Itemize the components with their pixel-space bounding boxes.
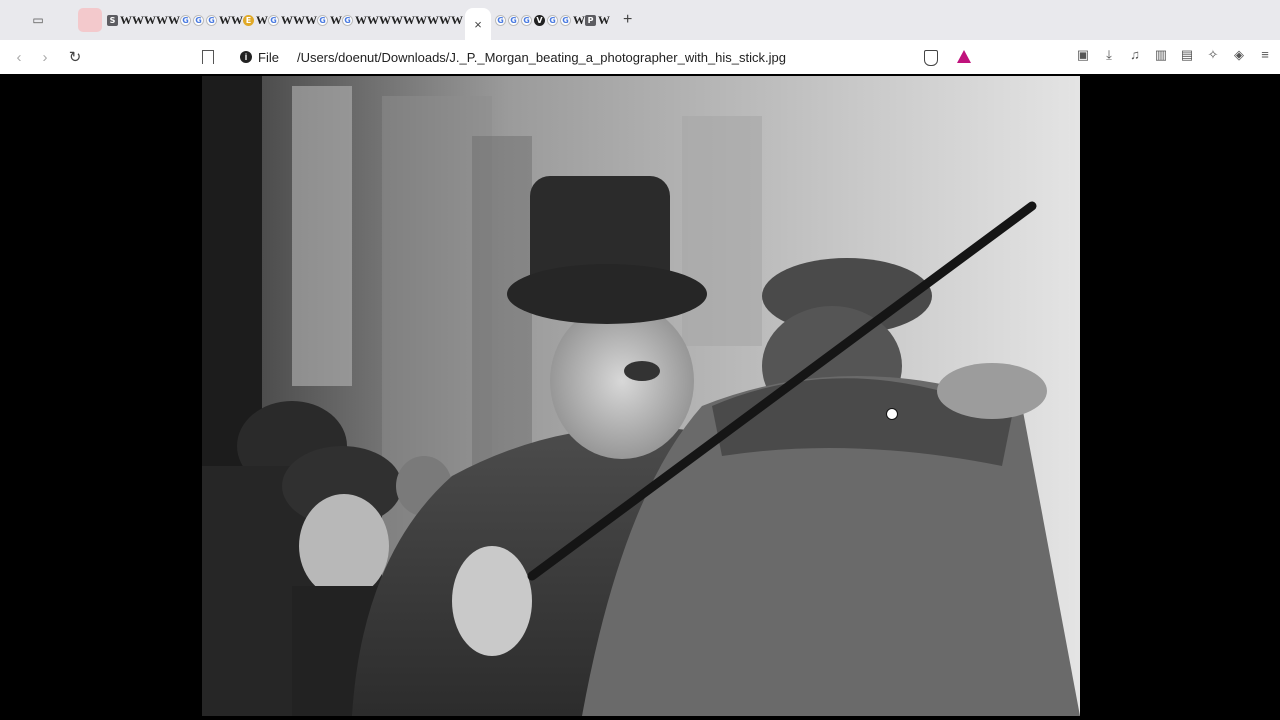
tab-favicon-icon[interactable]: W — [132, 14, 144, 26]
url-text[interactable]: /Users/doenut/Downloads/J._P._Morgan_bea… — [297, 50, 786, 65]
tab-favicon-icon[interactable]: W — [573, 14, 585, 26]
reload-icon[interactable]: ↻ — [62, 48, 88, 66]
forward-icon[interactable]: › — [32, 49, 58, 66]
tab-favicon-icon[interactable]: W — [305, 14, 317, 26]
url-scheme-label: File — [258, 49, 279, 65]
tab-favicon-icon[interactable]: G — [180, 14, 191, 26]
tab-favicon-icon[interactable]: W — [379, 14, 391, 26]
tab-favicon-icon[interactable]: G — [508, 14, 519, 26]
tab-favicon-icon[interactable]: G — [560, 14, 571, 26]
brave-shield-icon[interactable] — [924, 50, 938, 66]
tab-favicon-icon[interactable]: P — [585, 14, 596, 26]
tab-strip: ▭ S W W W W W G G G W W E W G W W W G W G W W W W W W W W W × G G G V G G W P… — [0, 0, 1280, 40]
close-tab-icon[interactable]: × — [474, 17, 482, 32]
tab-favicon-icon[interactable]: G — [193, 14, 204, 26]
tab-favicon-icon[interactable]: G — [547, 14, 558, 26]
tab-favicon-icon[interactable]: W — [120, 14, 132, 26]
tab-favicon-icon[interactable]: W — [330, 14, 342, 26]
tab-favicon-icon[interactable]: G — [495, 14, 506, 26]
new-tab-button[interactable]: + — [623, 11, 632, 29]
photograph[interactable] — [202, 76, 1080, 716]
image-viewer — [0, 74, 1280, 720]
tab-favicon-icon[interactable]: W — [293, 14, 305, 26]
active-tab[interactable]: × — [465, 8, 491, 40]
zoom-cursor-icon — [886, 408, 898, 420]
tab-favicon-icon[interactable]: W — [391, 14, 403, 26]
tab-favicon-icon[interactable]: W — [144, 14, 156, 26]
leo-ai-icon[interactable]: ✧ — [1206, 48, 1220, 62]
music-icon[interactable]: ♫ — [1128, 48, 1142, 62]
tab-favicon-icon[interactable]: G — [521, 14, 532, 26]
info-icon[interactable]: i — [240, 51, 252, 63]
tab-favicon-icon[interactable]: G — [268, 14, 279, 26]
tab-favicon-icon[interactable]: V — [534, 14, 545, 26]
tab-favicon-icon[interactable]: E — [243, 14, 254, 26]
tab-favicon-icon[interactable]: W — [451, 14, 463, 26]
tab-favicon-icon[interactable]: W — [415, 14, 427, 26]
tab-favicon-icon[interactable]: W — [281, 14, 293, 26]
bookmark-icon[interactable] — [202, 50, 214, 64]
tab-favicon-icon[interactable]: W — [367, 14, 379, 26]
tab-favicon-icon[interactable]: W — [231, 14, 243, 26]
tab-favicon-icon[interactable]: W — [355, 14, 367, 26]
reader-mode-icon[interactable]: ▣ — [1076, 48, 1090, 62]
tab-favicon-icon[interactable]: W — [168, 14, 180, 26]
vpn-icon[interactable]: ◈ — [1232, 48, 1246, 62]
tab-favicon-icon[interactable]: G — [342, 14, 353, 26]
photo-illustration — [202, 76, 1080, 716]
tab-list: S W W W W W G G G W W E W G W W W G W G W W W W W W W W W × G G G V G G W P W — [106, 0, 610, 40]
tab-favicon-icon[interactable]: G — [317, 14, 328, 26]
toolbar-actions: ▣ ⤓ ♫ ▥ ▤ ✧ ◈ ≡ — [1076, 48, 1272, 62]
back-icon[interactable]: ‹ — [6, 49, 32, 66]
download-icon[interactable]: ⤓ — [1102, 48, 1116, 62]
pinned-tab[interactable] — [78, 8, 102, 32]
tab-sidebar-toggle-icon[interactable]: ▭ — [24, 9, 52, 31]
address-bar[interactable]: i File /Users/doenut/Downloads/J._P._Mor… — [194, 44, 980, 70]
tab-favicon-icon[interactable]: W — [439, 14, 451, 26]
sidebar-icon[interactable]: ▥ — [1154, 48, 1168, 62]
menu-icon[interactable]: ≡ — [1258, 48, 1272, 62]
tab-favicon-icon[interactable]: W — [403, 14, 415, 26]
tab-favicon-icon[interactable]: G — [206, 14, 217, 26]
tab-favicon-icon[interactable]: W — [427, 14, 439, 26]
brave-rewards-icon[interactable] — [957, 50, 971, 63]
tab-favicon-icon[interactable]: W — [219, 14, 231, 26]
tab-favicon-icon[interactable]: S — [107, 14, 118, 26]
wallet-icon[interactable]: ▤ — [1180, 48, 1194, 62]
navigation-toolbar: ‹ › ↻ i File /Users/doenut/Downloads/J._… — [0, 40, 1280, 74]
tab-favicon-icon[interactable]: W — [156, 14, 168, 26]
tab-favicon-icon[interactable]: W — [256, 14, 268, 26]
tab-favicon-icon[interactable]: W — [598, 14, 610, 26]
